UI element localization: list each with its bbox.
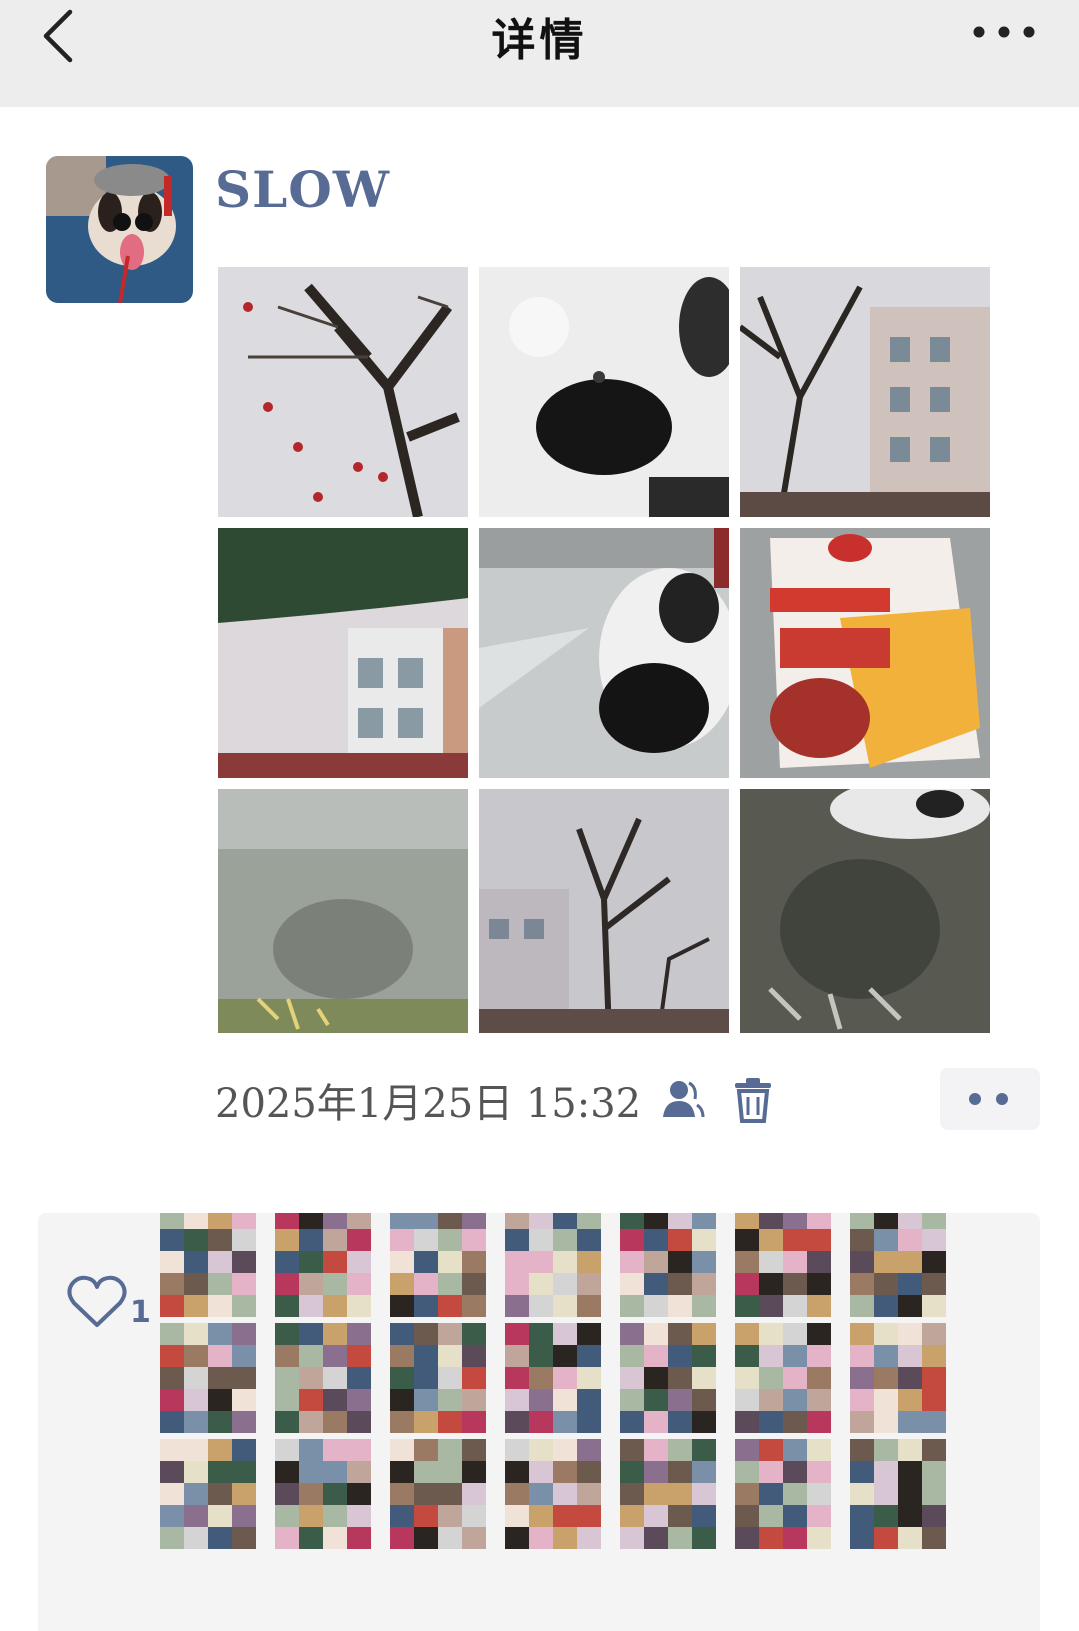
liker-avatar[interactable] <box>735 1323 831 1433</box>
liker-avatar[interactable] <box>735 1213 831 1317</box>
two-dots-icon <box>969 1093 1008 1105</box>
photo-tree-buildings[interactable] <box>740 267 990 517</box>
liker-avatar[interactable] <box>620 1213 716 1317</box>
page-title: 详情 <box>491 15 588 66</box>
liker-avatar[interactable] <box>390 1213 486 1317</box>
photo-tree-lanterns[interactable] <box>218 267 468 517</box>
liker-avatar[interactable] <box>850 1439 946 1549</box>
liker-avatar[interactable] <box>620 1323 716 1433</box>
ellipsis-icon <box>973 26 1035 38</box>
nav-bar: 详情 <box>0 0 1079 107</box>
liker-avatar[interactable] <box>850 1213 946 1317</box>
liker-avatar[interactable] <box>275 1439 371 1549</box>
liker-avatar[interactable] <box>620 1439 716 1549</box>
more-options-button[interactable] <box>969 14 1039 50</box>
photo-blurry-reflection[interactable] <box>218 789 468 1033</box>
liker-avatar[interactable] <box>735 1439 831 1549</box>
heart-outline-icon <box>67 1275 127 1327</box>
comment-like-menu-button[interactable] <box>940 1068 1040 1130</box>
photo-panda-window[interactable] <box>479 528 729 778</box>
photo-panda-plush[interactable] <box>479 267 729 517</box>
username-link[interactable]: SLOW <box>215 160 390 219</box>
photo-grid <box>218 267 990 1033</box>
post-meta: 2025年1月25日 15:32 <box>215 1072 775 1128</box>
like-count: 1 <box>130 1295 151 1330</box>
liker-avatar[interactable] <box>390 1323 486 1433</box>
liker-avatar[interactable] <box>850 1323 946 1433</box>
trash-icon[interactable] <box>731 1075 775 1125</box>
avatar[interactable] <box>46 156 193 303</box>
likes-panel: 1 <box>38 1213 1040 1631</box>
liker-avatar[interactable] <box>275 1323 371 1433</box>
liker-avatar[interactable] <box>505 1213 601 1317</box>
liker-avatar[interactable] <box>160 1213 256 1317</box>
friends-visibility-icon[interactable] <box>657 1075 707 1125</box>
liker-avatar[interactable] <box>505 1323 601 1433</box>
liker-avatar[interactable] <box>275 1213 371 1317</box>
photo-reflection-panda[interactable] <box>740 789 990 1033</box>
photo-bare-tree[interactable] <box>479 789 729 1033</box>
liker-avatar[interactable] <box>390 1439 486 1549</box>
liker-avatar[interactable] <box>160 1323 256 1433</box>
liker-avatar[interactable] <box>505 1439 601 1549</box>
photo-umbrella-buildings[interactable] <box>218 528 468 778</box>
timestamp: 2025年1月25日 15:32 <box>215 1081 642 1127</box>
liker-avatar[interactable] <box>160 1439 256 1549</box>
photo-snack-bag[interactable] <box>740 528 990 778</box>
